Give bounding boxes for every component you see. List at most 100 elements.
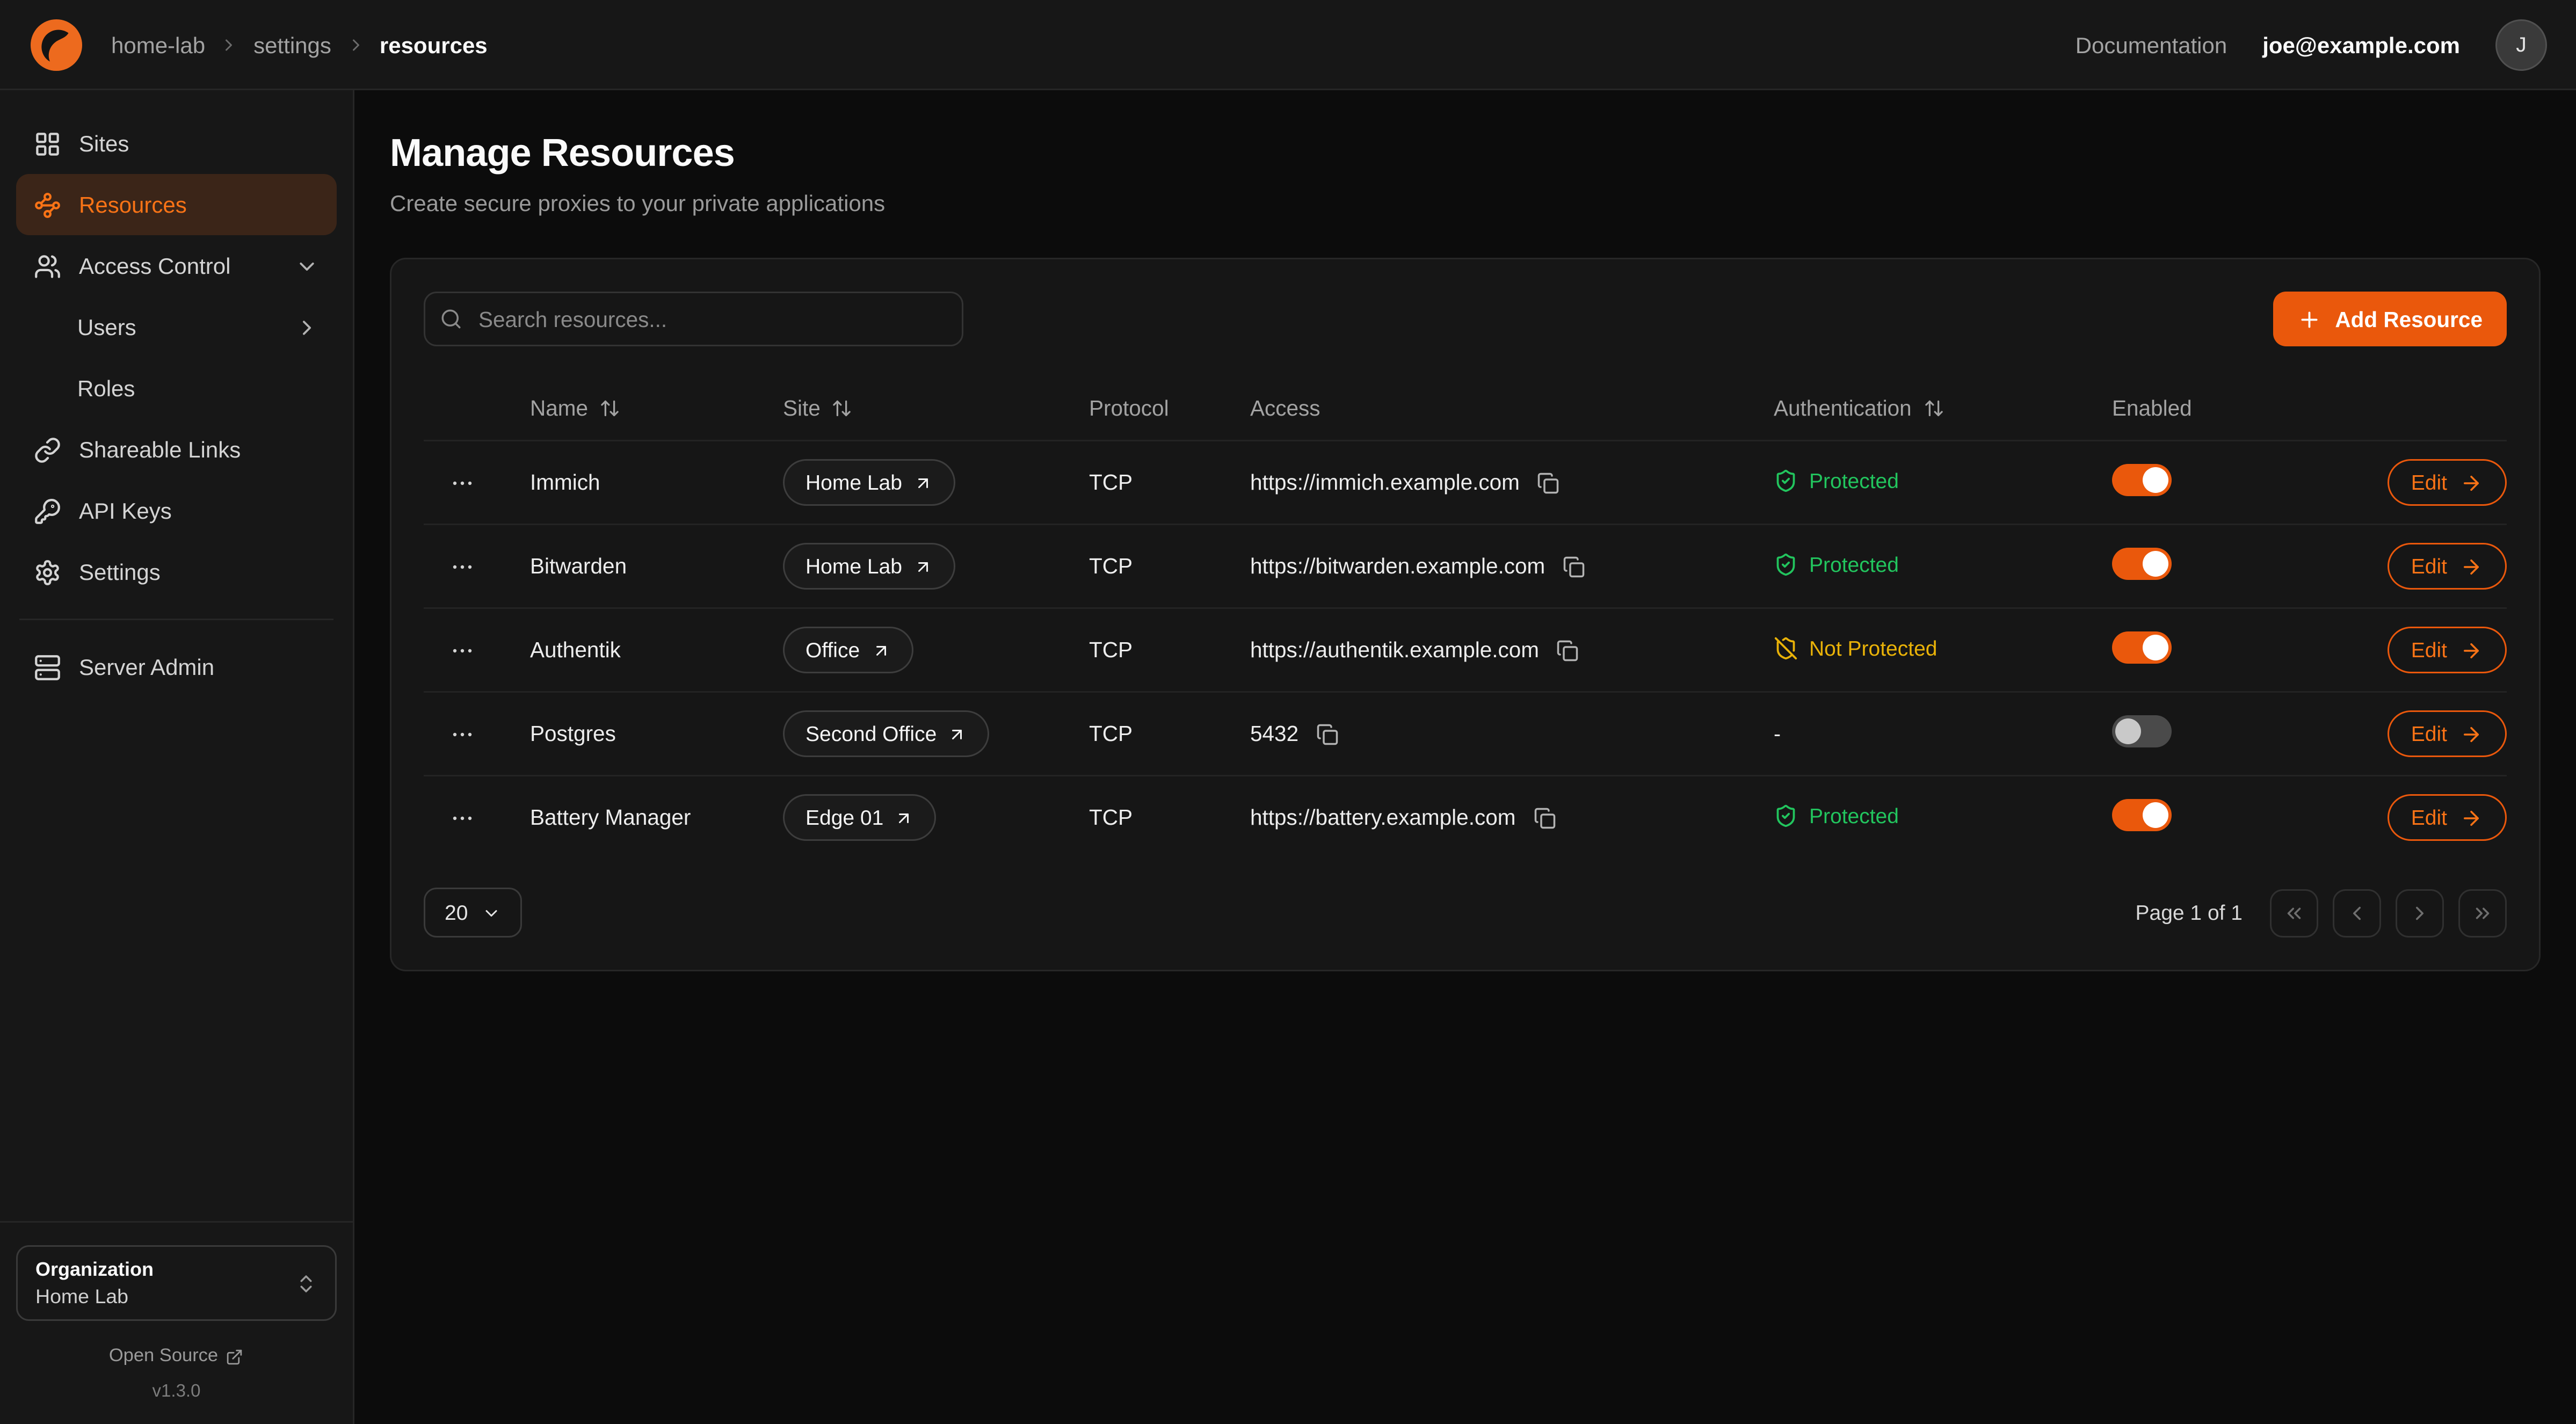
first-page-button[interactable] bbox=[2270, 889, 2318, 937]
column-header-name[interactable]: Name bbox=[501, 396, 783, 420]
site-cell: Office bbox=[783, 627, 1089, 673]
organization-text: Organization Home Lab bbox=[35, 1258, 154, 1308]
sidebar-item-users[interactable]: Users bbox=[16, 296, 337, 358]
plus-icon bbox=[2298, 307, 2322, 331]
user-email[interactable]: joe@example.com bbox=[2262, 32, 2460, 57]
site-name: Second Office bbox=[806, 722, 937, 746]
site-link-button[interactable]: Edge 01 bbox=[783, 794, 937, 841]
protocol: TCP bbox=[1089, 805, 1250, 830]
breadcrumb-resources[interactable]: resources bbox=[380, 32, 488, 57]
table-row: Immich Home Lab TCP https://immich.examp… bbox=[424, 440, 2507, 524]
resource-name: Bitwarden bbox=[501, 554, 783, 578]
column-header-authentication[interactable]: Authentication bbox=[1774, 396, 2112, 420]
protocol: TCP bbox=[1089, 470, 1250, 495]
copy-button[interactable] bbox=[1554, 636, 1583, 665]
chevron-down-icon bbox=[482, 903, 502, 922]
resource-name: Immich bbox=[501, 470, 783, 495]
open-source-link[interactable]: Open Source bbox=[16, 1347, 337, 1366]
chevron-down-icon bbox=[295, 254, 319, 278]
sites-grid-icon bbox=[34, 130, 61, 157]
auth-status: Protected bbox=[1774, 803, 1899, 827]
next-page-button[interactable] bbox=[2396, 889, 2444, 937]
table-row: Postgres Second Office TCP 5432 - bbox=[424, 691, 2507, 775]
copy-button[interactable] bbox=[1530, 803, 1559, 832]
edit-cell: Edit bbox=[2321, 710, 2507, 757]
enabled-cell bbox=[2112, 631, 2321, 669]
toggle-knob bbox=[2143, 467, 2168, 493]
avatar[interactable]: J bbox=[2495, 19, 2547, 70]
auth-label: Protected bbox=[1809, 803, 1899, 827]
resources-table: Name Site Protocol Access bbox=[424, 375, 2507, 859]
column-header-access: Access bbox=[1250, 396, 1774, 420]
breadcrumb: home-lab settings resources bbox=[111, 32, 488, 57]
sidebar-item-sites[interactable]: Sites bbox=[16, 113, 337, 174]
sort-icon bbox=[832, 397, 853, 418]
row-menu-button[interactable] bbox=[443, 798, 482, 837]
sidebar-item-access-control[interactable]: Access Control bbox=[16, 235, 337, 296]
page-subtitle: Create secure proxies to your private ap… bbox=[390, 190, 2541, 216]
search-input[interactable] bbox=[424, 292, 963, 346]
shell: Sites Resources Access Control Users bbox=[0, 90, 2576, 1424]
card-footer: 20 Page 1 of 1 bbox=[424, 888, 2507, 938]
copy-button[interactable] bbox=[1559, 552, 1588, 581]
site-name: Home Lab bbox=[806, 554, 902, 578]
copy-icon bbox=[1557, 639, 1579, 662]
edit-button[interactable]: Edit bbox=[2387, 459, 2507, 506]
copy-icon bbox=[1537, 471, 1560, 494]
enabled-toggle[interactable] bbox=[2112, 631, 2172, 664]
edit-cell: Edit bbox=[2321, 543, 2507, 590]
sidebar-item-label: Roles bbox=[77, 375, 135, 401]
enabled-toggle[interactable] bbox=[2112, 464, 2172, 496]
previous-page-button[interactable] bbox=[2333, 889, 2381, 937]
row-menu-button[interactable] bbox=[443, 715, 482, 753]
site-link-button[interactable]: Home Lab bbox=[783, 459, 955, 506]
enabled-toggle[interactable] bbox=[2112, 799, 2172, 831]
shield-check-icon bbox=[1774, 552, 1798, 576]
sort-icon bbox=[1923, 397, 1944, 418]
last-page-button[interactable] bbox=[2458, 889, 2507, 937]
edit-label: Edit bbox=[2411, 638, 2447, 662]
row-menu-button[interactable] bbox=[443, 631, 482, 670]
table-header: Name Site Protocol Access bbox=[424, 375, 2507, 440]
topbar: home-lab settings resources Documentatio… bbox=[0, 0, 2576, 90]
sidebar-spacer bbox=[16, 698, 337, 1221]
sidebar-item-label: Users bbox=[77, 314, 136, 340]
sidebar-item-api-keys[interactable]: API Keys bbox=[16, 480, 337, 541]
site-link-button[interactable]: Office bbox=[783, 627, 913, 673]
sidebar-item-settings[interactable]: Settings bbox=[16, 541, 337, 602]
documentation-link[interactable]: Documentation bbox=[2076, 32, 2227, 57]
auth-label: Not Protected bbox=[1809, 636, 1938, 660]
ellipsis-icon bbox=[449, 637, 475, 663]
column-header-label: Authentication bbox=[1774, 396, 1912, 420]
sidebar-item-resources[interactable]: Resources bbox=[16, 174, 337, 235]
arrow-right-icon bbox=[2460, 471, 2483, 494]
row-menu-button[interactable] bbox=[443, 547, 482, 586]
column-header-site[interactable]: Site bbox=[783, 396, 1089, 420]
edit-button[interactable]: Edit bbox=[2387, 710, 2507, 757]
sidebar-item-roles[interactable]: Roles bbox=[16, 358, 337, 419]
site-link-button[interactable]: Second Office bbox=[783, 710, 990, 757]
app-logo-icon[interactable] bbox=[29, 17, 84, 72]
page-size-select[interactable]: 20 bbox=[424, 888, 523, 938]
sidebar-item-shareable-links[interactable]: Shareable Links bbox=[16, 419, 337, 480]
sidebar-footer: Organization Home Lab Open Source v1.3.0 bbox=[0, 1221, 353, 1401]
card-toolbar: Add Resource bbox=[424, 292, 2507, 346]
copy-icon bbox=[1563, 555, 1585, 578]
copy-button[interactable] bbox=[1534, 468, 1563, 497]
breadcrumb-settings[interactable]: settings bbox=[253, 32, 331, 57]
external-link-icon bbox=[226, 1348, 244, 1365]
enabled-toggle[interactable] bbox=[2112, 715, 2172, 747]
copy-button[interactable] bbox=[1313, 720, 1342, 749]
add-resource-button[interactable]: Add Resource bbox=[2274, 292, 2507, 346]
breadcrumb-org[interactable]: home-lab bbox=[111, 32, 205, 57]
organization-name: Home Lab bbox=[35, 1285, 154, 1308]
site-name: Office bbox=[806, 638, 860, 662]
enabled-toggle[interactable] bbox=[2112, 548, 2172, 580]
edit-button[interactable]: Edit bbox=[2387, 543, 2507, 590]
edit-button[interactable]: Edit bbox=[2387, 627, 2507, 673]
sidebar-item-server-admin[interactable]: Server Admin bbox=[16, 636, 337, 698]
site-link-button[interactable]: Home Lab bbox=[783, 543, 955, 590]
row-menu-button[interactable] bbox=[443, 463, 482, 502]
organization-selector[interactable]: Organization Home Lab bbox=[16, 1245, 337, 1321]
edit-button[interactable]: Edit bbox=[2387, 794, 2507, 841]
